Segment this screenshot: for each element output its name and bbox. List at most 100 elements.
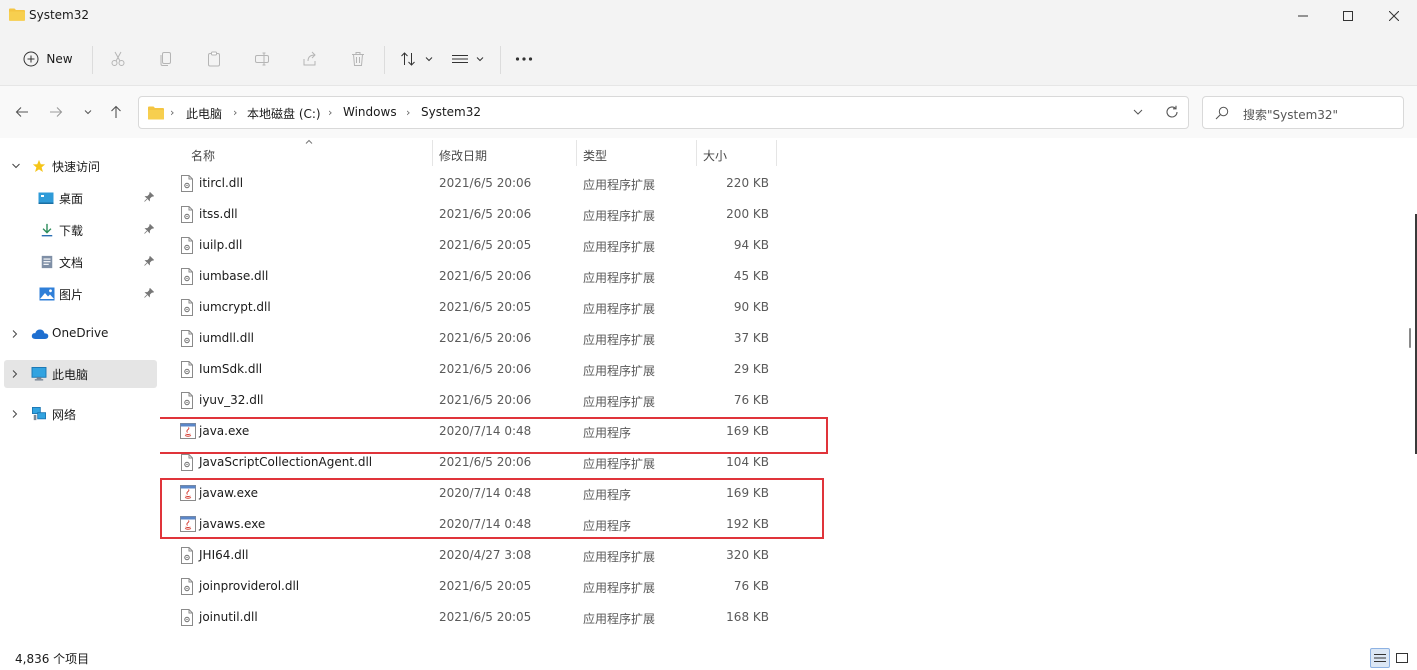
sidebar-item-desktop[interactable]: 桌面 [4, 184, 157, 212]
details-view-button[interactable] [1370, 648, 1390, 668]
dll-file-icon [180, 609, 194, 629]
dll-file-icon [180, 454, 194, 474]
file-size: 29 KB [733, 362, 769, 376]
back-button[interactable] [10, 100, 34, 124]
file-name: IumSdk.dll [199, 362, 263, 376]
download-icon [41, 223, 53, 237]
network-icon [32, 407, 46, 421]
dll-file-icon [180, 578, 194, 598]
paste-button[interactable] [202, 44, 226, 74]
minimize-icon [1298, 15, 1308, 17]
status-bar: 4,836 个项目 [0, 646, 1417, 670]
sidebar-item-downloads[interactable]: 下载 [4, 216, 157, 244]
rename-button[interactable] [250, 44, 274, 74]
file-row[interactable]: JHI64.dll 2020/4/27 3:08 应用程序扩展 320 KB [160, 540, 780, 571]
file-row[interactable]: joinutil.dll 2021/6/5 20:05 应用程序扩展 168 KB [160, 602, 780, 633]
file-row[interactable]: iumdll.dll 2021/6/5 20:06 应用程序扩展 37 KB [160, 323, 780, 354]
file-type: 应用程序扩展 [583, 271, 656, 285]
column-header-type[interactable]: 类型 [577, 138, 696, 168]
file-type: 应用程序扩展 [583, 581, 656, 595]
scrollbar-thumb[interactable] [1409, 328, 1411, 348]
tiles-view-button[interactable] [1392, 648, 1412, 668]
sort-button[interactable] [396, 44, 438, 74]
close-button[interactable] [1371, 0, 1417, 32]
cut-button[interactable] [106, 44, 130, 74]
file-type: 应用程序扩展 [583, 457, 656, 471]
recent-locations-button[interactable] [76, 100, 100, 124]
dll-file-icon [180, 175, 194, 195]
sidebar-item-onedrive[interactable]: OneDrive [4, 320, 157, 348]
view-icon [452, 55, 468, 63]
new-button[interactable]: New [16, 44, 80, 74]
cloud-icon [31, 329, 49, 339]
chevron-down-icon[interactable] [1132, 106, 1144, 118]
up-button[interactable] [104, 100, 128, 124]
file-row[interactable]: iyuv_32.dll 2021/6/5 20:06 应用程序扩展 76 KB [160, 385, 780, 416]
file-row[interactable]: itircl.dll 2021/6/5 20:06 应用程序扩展 220 KB [160, 168, 780, 199]
file-modified-date: 2021/6/5 20:06 [439, 176, 532, 190]
file-type: 应用程序扩展 [583, 550, 656, 564]
breadcrumb-system32[interactable]: System32 [421, 105, 481, 119]
breadcrumb-windows[interactable]: Windows [343, 105, 397, 119]
file-size: 220 KB [726, 176, 769, 190]
column-header-label: 大小 [703, 149, 728, 163]
arrow-up-icon [111, 105, 121, 118]
share-button[interactable] [298, 44, 322, 74]
chevron-down-icon [84, 110, 92, 115]
file-row[interactable]: iuilp.dll 2021/6/5 20:05 应用程序扩展 94 KB [160, 230, 780, 261]
file-size: 94 KB [733, 238, 769, 252]
file-row[interactable]: IumSdk.dll 2021/6/5 20:06 应用程序扩展 29 KB [160, 354, 780, 385]
column-header-name[interactable]: 名称 [180, 138, 430, 168]
maximize-icon [1343, 11, 1353, 21]
sidebar-item-pictures[interactable]: 图片 [4, 280, 157, 308]
breadcrumb-local-disk[interactable]: 本地磁盘 (C:) [247, 105, 321, 122]
forward-button[interactable] [44, 100, 68, 124]
file-modified-date: 2021/6/5 20:05 [439, 610, 532, 624]
view-button[interactable] [448, 44, 488, 74]
folder-icon [9, 8, 25, 21]
refresh-icon[interactable] [1165, 105, 1179, 119]
more-button[interactable] [511, 44, 537, 74]
sidebar-item-documents[interactable]: 文档 [4, 248, 157, 276]
file-row[interactable]: iumbase.dll 2021/6/5 20:06 应用程序扩展 45 KB [160, 261, 780, 292]
sidebar-item-label: 图片 [59, 288, 84, 302]
file-size: 104 KB [726, 455, 769, 469]
file-modified-date: 2021/6/5 20:05 [439, 579, 532, 593]
file-name: iumcrypt.dll [199, 300, 271, 314]
file-modified-date: 2021/6/5 20:06 [439, 455, 532, 469]
file-name: iuilp.dll [199, 238, 243, 252]
close-icon [1389, 11, 1399, 21]
delete-icon [352, 52, 364, 66]
copy-button[interactable] [154, 44, 178, 74]
minimize-button[interactable] [1280, 0, 1326, 32]
copy-icon [160, 52, 171, 66]
delete-button[interactable] [346, 44, 370, 74]
dll-file-icon [180, 268, 194, 288]
file-row[interactable]: iumcrypt.dll 2021/6/5 20:05 应用程序扩展 90 KB [160, 292, 780, 323]
dll-file-icon [180, 330, 194, 350]
search-input[interactable]: 搜索"System32" [1202, 96, 1404, 129]
dll-file-icon [180, 361, 194, 381]
file-type: 应用程序扩展 [583, 333, 656, 347]
cut-icon [111, 51, 125, 66]
column-divider[interactable] [776, 140, 777, 166]
file-size: 76 KB [733, 579, 769, 593]
maximize-button[interactable] [1325, 0, 1371, 32]
address-bar[interactable]: › 此电脑 › 本地磁盘 (C:) › Windows › System32 [138, 96, 1189, 129]
file-modified-date: 2021/6/5 20:06 [439, 331, 532, 345]
column-header-size[interactable]: 大小 [697, 138, 776, 168]
sidebar-item-quick-access[interactable]: 快速访问 [4, 152, 157, 180]
chevron-right-icon [12, 410, 18, 418]
file-row[interactable]: joinproviderol.dll 2021/6/5 20:05 应用程序扩展 76… [160, 571, 780, 602]
dll-file-icon [180, 237, 194, 257]
sidebar-item-network[interactable]: 网络 [4, 400, 157, 428]
window-title: System32 [29, 8, 90, 22]
sidebar-item-this-pc[interactable]: 此电脑 [4, 360, 157, 388]
breadcrumb-this-pc[interactable]: 此电脑 [186, 105, 222, 122]
file-row[interactable]: itss.dll 2021/6/5 20:06 应用程序扩展 200 KB [160, 199, 780, 230]
file-name: iumdll.dll [199, 331, 255, 345]
sidebar-item-label: 网络 [52, 408, 77, 422]
toolbar-divider [500, 46, 501, 74]
column-header-date[interactable]: 修改日期 [433, 138, 576, 168]
new-button-label: New [46, 52, 73, 66]
